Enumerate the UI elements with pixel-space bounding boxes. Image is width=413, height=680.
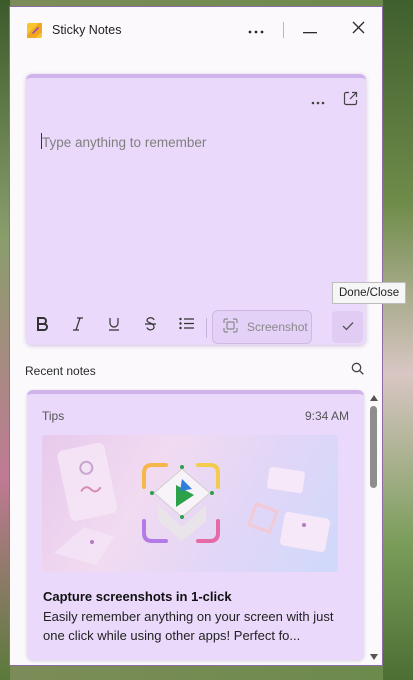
screenshot-button[interactable]: Screenshot bbox=[212, 310, 312, 344]
note-tag: Tips bbox=[42, 409, 65, 423]
strikethrough-button[interactable] bbox=[138, 314, 162, 338]
note-body: Easily remember anything on your screen … bbox=[43, 609, 334, 643]
underline-icon bbox=[108, 317, 120, 336]
note-menu-button[interactable] bbox=[306, 90, 330, 112]
scrollbar-thumb[interactable] bbox=[370, 406, 377, 488]
sticky-notes-window: Sticky Notes Type anything to remember S… bbox=[9, 6, 383, 666]
scroll-down-arrow-icon[interactable] bbox=[370, 654, 378, 660]
notes-scrollbar[interactable] bbox=[367, 391, 381, 663]
checkmark-icon bbox=[342, 318, 354, 336]
sticky-notes-app-icon bbox=[27, 23, 42, 38]
bold-button[interactable] bbox=[30, 314, 54, 338]
underline-button[interactable] bbox=[102, 314, 126, 338]
strikethrough-icon bbox=[144, 316, 157, 336]
recent-notes-heading: Recent notes bbox=[25, 364, 96, 378]
note-timestamp: 9:34 AM bbox=[304, 409, 349, 423]
screenshot-icon bbox=[223, 318, 238, 336]
bold-icon bbox=[36, 316, 48, 336]
titlebar-divider bbox=[283, 22, 284, 38]
close-icon bbox=[352, 21, 365, 39]
minimize-icon bbox=[303, 21, 317, 39]
app-title: Sticky Notes bbox=[52, 23, 122, 37]
text-caret bbox=[41, 133, 42, 149]
note-card[interactable]: Tips 9:34 AM Capture screenshots in 1-cl… bbox=[27, 390, 364, 660]
desktop-background-right bbox=[383, 0, 413, 680]
toolbar-divider bbox=[206, 318, 207, 338]
screenshot-label: Screenshot bbox=[247, 320, 308, 334]
more-options-icon bbox=[311, 92, 325, 110]
more-options-icon bbox=[248, 21, 264, 39]
title-bar[interactable]: Sticky Notes bbox=[10, 7, 382, 53]
minimize-button[interactable] bbox=[295, 17, 325, 43]
close-button[interactable] bbox=[343, 17, 373, 43]
bullet-list-button[interactable] bbox=[174, 314, 198, 338]
open-note-window-button[interactable] bbox=[338, 90, 362, 112]
search-icon bbox=[351, 362, 364, 380]
note-heading: Capture screenshots in 1-click bbox=[43, 589, 232, 604]
italic-icon bbox=[72, 316, 84, 336]
open-in-new-window-icon bbox=[343, 91, 358, 111]
italic-button[interactable] bbox=[66, 314, 90, 338]
note-text-input[interactable] bbox=[41, 130, 351, 154]
scroll-up-arrow-icon[interactable] bbox=[370, 395, 378, 401]
done-close-tooltip: Done/Close bbox=[332, 282, 407, 304]
more-options-button[interactable] bbox=[241, 17, 271, 43]
search-notes-button[interactable] bbox=[347, 361, 367, 381]
done-close-button[interactable] bbox=[332, 311, 363, 343]
tip-illustration bbox=[42, 435, 338, 572]
note-editor[interactable]: Screenshot bbox=[26, 74, 366, 345]
bullet-list-icon bbox=[178, 317, 194, 335]
